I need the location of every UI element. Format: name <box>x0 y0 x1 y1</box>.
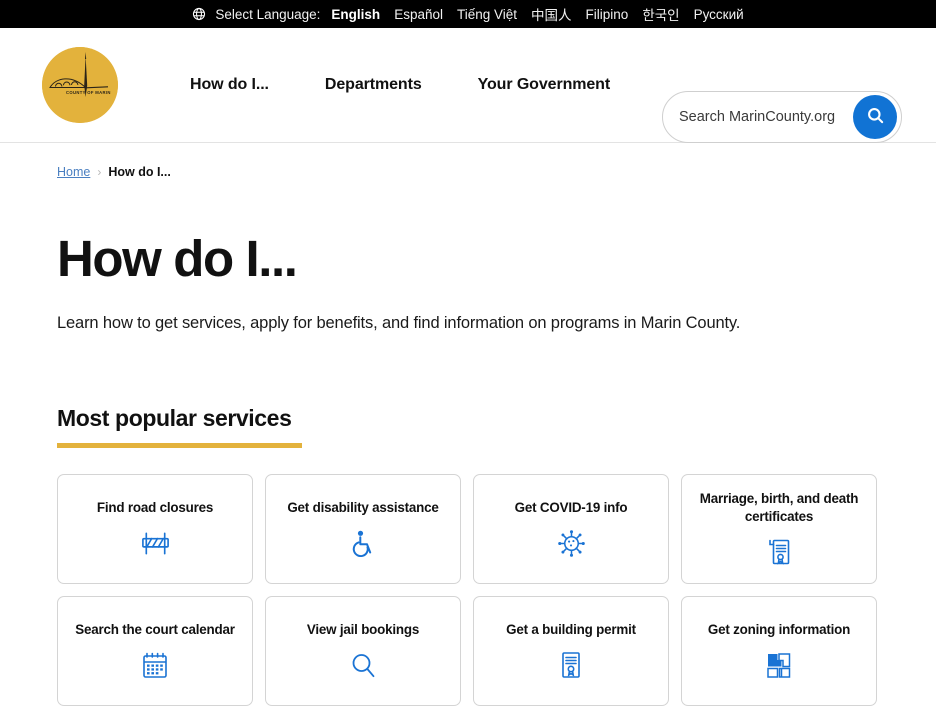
wheelchair-icon <box>351 528 375 558</box>
language-option-filipino[interactable]: Filipino <box>586 7 629 22</box>
section-underline <box>57 442 302 448</box>
page-title: How do I... <box>57 230 298 287</box>
service-card-marriage-birth-death-certificates[interactable]: Marriage, birth, and death certificates <box>681 473 877 584</box>
breadcrumb: Home › How do I... <box>0 143 936 179</box>
select-language-label: Select Language: <box>215 6 321 22</box>
card-label: Marriage, birth, and death certificates <box>699 490 859 524</box>
card-label: Get a building permit <box>506 621 636 637</box>
card-label: Search the court calendar <box>75 621 235 637</box>
page-description: Learn how to get services, apply for ben… <box>57 313 741 332</box>
site-search[interactable] <box>662 91 902 143</box>
certificate-scroll-icon <box>766 537 792 567</box>
search-submit-button[interactable] <box>853 95 897 139</box>
nav-item-departments[interactable]: Departments <box>325 76 422 94</box>
county-of-marin-logo[interactable]: COUNTY OF MARIN <box>42 47 118 123</box>
breadcrumb-link-home[interactable]: Home <box>57 165 90 179</box>
language-option-russian[interactable]: Русский <box>694 7 744 22</box>
service-card-get-disability-assistance[interactable]: Get disability assistance <box>265 473 461 584</box>
svg-text:COUNTY OF MARIN: COUNTY OF MARIN <box>66 90 111 95</box>
card-label: Get disability assistance <box>287 499 439 515</box>
language-bar: Select Language: English Español Tiếng V… <box>0 0 936 28</box>
calendar-icon <box>142 650 168 680</box>
permit-document-icon <box>560 650 582 680</box>
virus-icon <box>557 528 585 558</box>
nav-item-how-do-i[interactable]: How do I... <box>190 76 269 94</box>
main-navigation: How do I... Departments Your Government <box>190 76 610 94</box>
magnifier-icon <box>351 650 376 680</box>
card-label: Get COVID-19 info <box>514 499 628 515</box>
card-label: View jail bookings <box>306 621 420 637</box>
language-option-espanol[interactable]: Español <box>394 7 443 22</box>
service-card-find-road-closures[interactable]: Find road closures <box>57 473 253 584</box>
language-option-korean[interactable]: 한국인 <box>642 4 679 24</box>
globe-icon <box>192 7 206 21</box>
language-option-vietnamese[interactable]: Tiếng Việt <box>457 7 517 22</box>
service-card-view-jail-bookings[interactable]: View jail bookings <box>265 595 461 706</box>
service-card-search-the-court-calendar[interactable]: Search the court calendar <box>57 595 253 706</box>
service-card-get-a-building-permit[interactable]: Get a building permit <box>473 595 669 706</box>
main-content: How do I... Learn how to get services, a… <box>0 232 936 706</box>
most-popular-services-header: Most popular services <box>57 405 302 448</box>
service-card-grid: Find road closures Get disability assist… <box>57 473 879 706</box>
civic-center-logo-icon: COUNTY OF MARIN <box>42 47 118 123</box>
search-icon <box>866 106 885 128</box>
card-label: Find road closures <box>96 499 214 515</box>
site-header: COUNTY OF MARIN How do I... Departments … <box>0 28 936 143</box>
card-label: Get zoning information <box>707 621 851 637</box>
language-option-english[interactable]: English <box>331 7 380 22</box>
service-card-get-zoning-information[interactable]: Get zoning information <box>681 595 877 706</box>
breadcrumb-current: How do I... <box>108 165 171 179</box>
search-input[interactable] <box>679 109 849 125</box>
road-barrier-icon <box>140 528 171 558</box>
language-option-chinese[interactable]: 中国人 <box>531 4 572 24</box>
service-card-get-covid-19-info[interactable]: Get COVID-19 info <box>473 473 669 584</box>
breadcrumb-separator-icon: › <box>97 165 102 179</box>
section-title: Most popular services <box>57 404 292 431</box>
nav-item-your-government[interactable]: Your Government <box>478 76 611 94</box>
zoning-parcels-icon <box>766 650 792 680</box>
